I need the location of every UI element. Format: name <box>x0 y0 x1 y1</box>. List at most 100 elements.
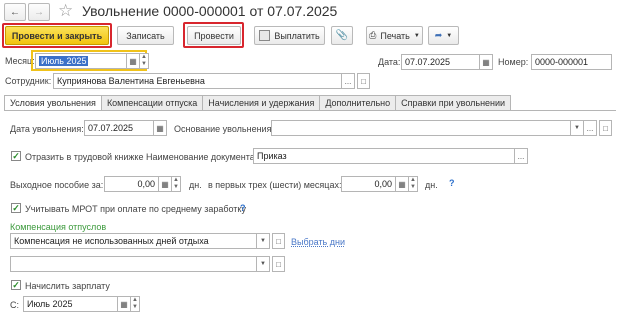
tab-accruals-deductions[interactable]: Начисления и удержания <box>203 95 321 111</box>
accrue-salary-checkbox[interactable]: ✓ <box>11 280 21 290</box>
month-value: Июль 2025 <box>39 56 89 66</box>
tab-dismissal-certificates[interactable]: Справки при увольнении <box>396 95 512 111</box>
ellipsis-icon: ... <box>586 123 594 133</box>
date-label: Дата: <box>378 57 401 67</box>
compensation-heading: Компенсация отпуслов <box>10 222 107 232</box>
save-label: Записать <box>126 30 165 41</box>
employee-open-button[interactable]: □ <box>357 73 370 89</box>
select-days-link[interactable]: Выбрать дни <box>291 237 345 247</box>
tab-dismissal-conditions[interactable]: Условия увольнения <box>4 95 102 111</box>
first-months-stepper[interactable]: ▲ ▼ <box>409 176 418 192</box>
printer-icon: ⎙ <box>369 30 377 40</box>
save-button[interactable]: Записать <box>117 26 174 45</box>
tab-additional[interactable]: Дополнительно <box>320 95 397 111</box>
print-button[interactable]: ⎙ Печать ▼ <box>366 26 423 45</box>
chevron-down-icon: ▼ <box>446 32 453 39</box>
employee-field[interactable]: Куприянова Валентина Евгеньевна <box>53 73 342 89</box>
compensation-open-button[interactable]: □ <box>272 233 285 249</box>
compensation-field[interactable]: Компенсация не использованных дней отдых… <box>10 233 257 249</box>
checkmark-icon: ✓ <box>12 202 20 213</box>
doc-name-field[interactable]: Приказ <box>253 148 515 164</box>
forward-button[interactable]: → <box>28 3 50 21</box>
workbook-label: Отразить в трудовой книжке <box>25 152 144 162</box>
reason-label: Основание увольнения: <box>174 124 274 134</box>
severance-calc-button[interactable]: ▦ <box>159 176 172 192</box>
employee-select-button[interactable]: ... <box>342 73 355 89</box>
open-link-icon: □ <box>603 123 608 133</box>
compensation2-open-button[interactable]: □ <box>272 256 285 272</box>
paperclip-icon: 📎 <box>335 30 349 41</box>
pay-icon <box>259 30 271 41</box>
number-field[interactable]: 0000-000001 <box>531 54 612 70</box>
first-months-field[interactable]: 0,00 <box>341 176 396 192</box>
mrot-label: Учитывать МРОТ при оплате по среднему за… <box>25 204 246 214</box>
from-month-calendar-button[interactable]: ▦ <box>118 296 131 312</box>
calendar-icon: ▦ <box>156 123 164 133</box>
reason-dropdown-button[interactable]: ▼ <box>571 120 584 136</box>
calculator-icon: ▦ <box>398 179 406 189</box>
doc-name-label: Наименование документа: <box>146 152 258 162</box>
checkmark-icon: ✓ <box>12 279 20 290</box>
severance-help-icon[interactable]: ? <box>449 178 455 188</box>
compensation-dropdown-button[interactable]: ▼ <box>257 233 270 249</box>
severance-stepper[interactable]: ▲ ▼ <box>172 176 181 192</box>
compensation2-field[interactable] <box>10 256 257 272</box>
employee-label: Сотрудник: <box>5 76 52 86</box>
calendar-icon: ▦ <box>120 299 128 309</box>
arrow-left-icon: ← <box>10 6 20 18</box>
page-title: Увольнение 0000-000001 от 07.07.2025 <box>82 3 338 19</box>
stepper-down-icon: ▼ <box>132 304 138 310</box>
compensation2-dropdown-button[interactable]: ▼ <box>257 256 270 272</box>
from-label: С: <box>10 300 19 310</box>
more-actions-button[interactable]: ➦ ▼ <box>428 26 459 45</box>
highlight-post <box>183 22 244 48</box>
month-stepper[interactable]: ▲ ▼ <box>140 53 149 69</box>
stepper-down-icon: ▼ <box>410 184 416 190</box>
severance-days-unit: дн. <box>189 180 202 190</box>
severance-label: Выходное пособие за: <box>10 180 104 190</box>
chevron-down-icon: ▼ <box>260 261 266 267</box>
highlight-post-and-close <box>2 23 112 48</box>
mrot-help-icon[interactable]: ? <box>240 203 246 213</box>
workbook-checkbox[interactable]: ✓ <box>11 151 21 161</box>
month-calendar-button[interactable]: ▦ <box>127 53 140 69</box>
from-month-stepper[interactable]: ▲ ▼ <box>131 296 140 312</box>
stepper-down-icon: ▼ <box>173 184 179 190</box>
print-label: Печать <box>380 30 410 41</box>
calendar-icon: ▦ <box>482 57 490 67</box>
pay-button[interactable]: Выплатить <box>254 26 325 45</box>
severance-days-field[interactable]: 0,00 <box>104 176 159 192</box>
reason-field[interactable] <box>271 120 571 136</box>
dismissal-date-label: Дата увольнения: <box>10 124 84 134</box>
tab-vacation-compensation[interactable]: Компенсации отпуска <box>101 95 204 111</box>
arrow-right-icon: → <box>34 6 44 18</box>
calculator-icon: ▦ <box>161 179 169 189</box>
stepper-up-icon: ▲ <box>410 177 416 183</box>
stepper-up-icon: ▲ <box>141 54 147 60</box>
dismissal-date-field[interactable]: 07.07.2025 <box>84 120 154 136</box>
stepper-down-icon: ▼ <box>141 61 147 67</box>
calendar-icon: ▦ <box>129 56 137 66</box>
doc-name-select-button[interactable]: ... <box>515 148 528 164</box>
date-field[interactable]: 07.07.2025 <box>401 54 480 70</box>
star-icon[interactable]: ☆ <box>58 1 73 21</box>
mrot-checkbox[interactable]: ✓ <box>11 203 21 213</box>
reason-select-button[interactable]: ... <box>584 120 597 136</box>
tab-bar: Условия увольнения Компенсации отпуска Н… <box>4 95 512 111</box>
chevron-down-icon: ▼ <box>413 32 420 39</box>
attach-button[interactable]: 📎 <box>331 26 353 45</box>
month-field[interactable]: Июль 2025 <box>35 53 127 69</box>
date-calendar-button[interactable]: ▦ <box>480 54 493 70</box>
first-months-calc-button[interactable]: ▦ <box>396 176 409 192</box>
checkmark-icon: ✓ <box>12 150 20 161</box>
stepper-up-icon: ▲ <box>173 177 179 183</box>
back-button[interactable]: ← <box>4 3 26 21</box>
chevron-down-icon: ▼ <box>574 125 580 131</box>
reason-open-button[interactable]: □ <box>599 120 612 136</box>
stepper-up-icon: ▲ <box>132 297 138 303</box>
from-month-field[interactable]: Июль 2025 <box>23 296 118 312</box>
ellipsis-icon: ... <box>344 76 352 86</box>
open-link-icon: □ <box>361 76 366 86</box>
first-months-days-unit: дн. <box>425 180 438 190</box>
dismissal-date-calendar-button[interactable]: ▦ <box>154 120 167 136</box>
